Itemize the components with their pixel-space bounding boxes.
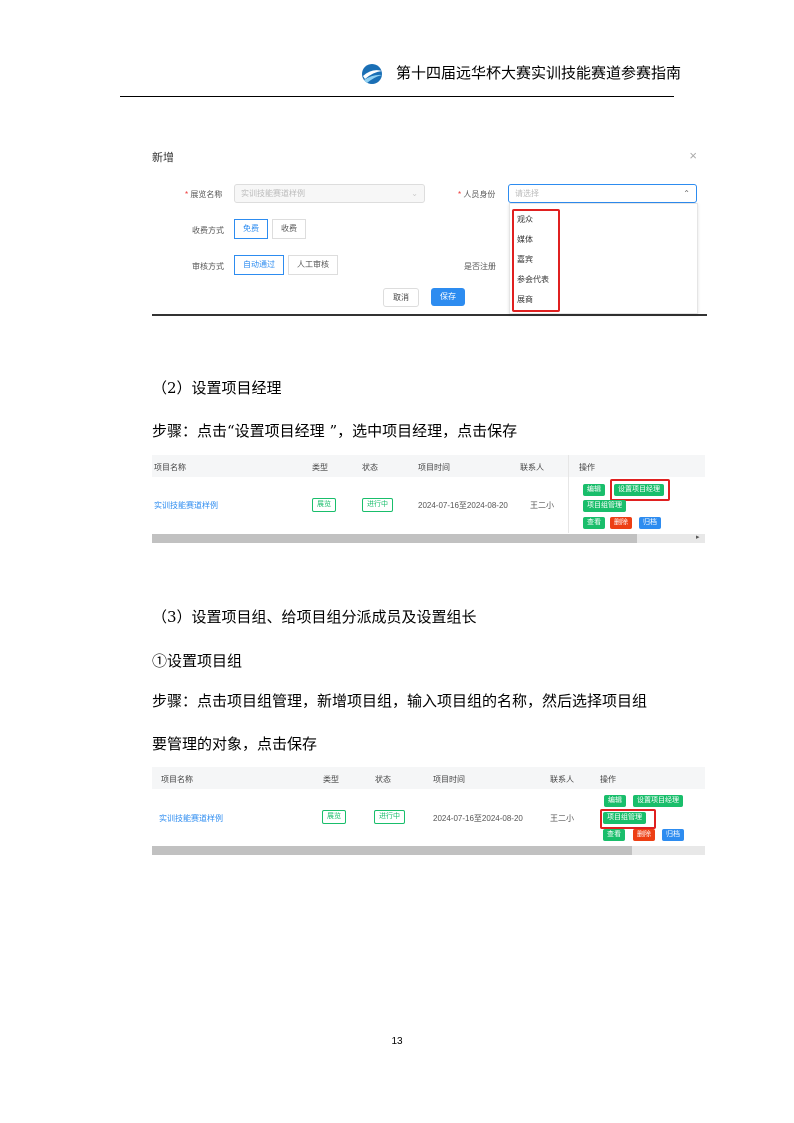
fee-label: 收费方式 — [192, 226, 224, 235]
project-table-1: 项目名称 类型 状态 项目时间 联系人 操作 实训技能赛道样例 展览 进行中 2… — [152, 455, 705, 543]
section2-heading: （2）设置项目经理 — [152, 379, 282, 397]
identity-label: * 人员身份 — [458, 190, 496, 199]
project-name-link[interactable]: 实训技能赛道样例 — [154, 500, 218, 511]
type-tag: 展览 — [322, 810, 346, 824]
dialog-title: 新增 — [152, 152, 174, 164]
section3-steps-2: 要管理的对象，点击保存 — [152, 735, 318, 753]
review-option-auto[interactable]: 自动通过 — [234, 255, 284, 275]
view-button[interactable]: 查看 — [603, 829, 625, 841]
archive-button[interactable]: 归档 — [662, 829, 684, 841]
status-tag: 进行中 — [374, 810, 405, 824]
col-header: 联系人 — [520, 463, 544, 472]
col-header: 项目名称 — [154, 463, 186, 472]
col-header: 项目时间 — [433, 775, 465, 784]
table-header — [152, 767, 705, 789]
type-tag: 展览 — [312, 498, 336, 512]
col-header: 联系人 — [550, 775, 574, 784]
scrollbar-thumb[interactable] — [152, 534, 637, 543]
highlight-box — [512, 209, 560, 312]
section3-heading: （3）设置项目组、给项目组分派成员及设置组长 — [152, 608, 477, 626]
scrollbar-thumb[interactable] — [152, 846, 632, 855]
save-button[interactable]: 保存 — [431, 288, 465, 306]
col-header: 项目名称 — [161, 775, 193, 784]
close-icon[interactable]: × — [689, 148, 697, 163]
add-dialog: 新增 × * 展览名称 实训技能赛道样例 ⌄ * 人员身份 请选择 ⌃ 收费方式… — [152, 141, 707, 317]
highlight-box — [610, 479, 670, 501]
column-divider — [568, 455, 569, 533]
cancel-button[interactable]: 取消 — [383, 288, 419, 307]
contact-name: 王二小 — [550, 814, 574, 823]
col-header: 操作 — [600, 775, 616, 784]
edit-button[interactable]: 编辑 — [583, 484, 605, 496]
contact-name: 王二小 — [530, 501, 554, 510]
project-time: 2024-07-16至2024-08-20 — [418, 501, 508, 510]
exhibition-name-input[interactable]: 实训技能赛道样例 ⌄ — [234, 184, 425, 203]
page-number: 13 — [391, 1036, 403, 1047]
chevron-down-icon: ⌄ — [411, 189, 418, 198]
edit-button[interactable]: 编辑 — [604, 795, 626, 807]
header-title: 第十四届远华杯大赛实训技能赛道参赛指南 — [396, 64, 682, 82]
identity-select[interactable]: 请选择 ⌃ — [508, 184, 697, 203]
exhibition-name-label: * 展览名称 — [185, 190, 223, 199]
header-rule — [120, 96, 674, 97]
fee-option-paid[interactable]: 收费 — [272, 219, 306, 239]
col-header: 状态 — [375, 775, 391, 784]
highlight-box — [600, 809, 656, 829]
review-label: 审核方式 — [192, 262, 224, 271]
group-manage-button[interactable]: 项目组管理 — [583, 500, 626, 512]
archive-button[interactable]: 归档 — [639, 517, 661, 529]
col-header: 状态 — [362, 463, 378, 472]
col-header: 操作 — [579, 463, 595, 472]
delete-button[interactable]: 删除 — [633, 829, 655, 841]
col-header: 类型 — [323, 775, 339, 784]
fee-option-free[interactable]: 免费 — [234, 219, 268, 239]
delete-button[interactable]: 删除 — [610, 517, 632, 529]
col-header: 类型 — [312, 463, 328, 472]
set-manager-button[interactable]: 设置项目经理 — [633, 795, 683, 807]
section2-steps: 步骤：点击“设置项目经理 ”，选中项目经理，点击保存 — [152, 422, 518, 440]
view-button[interactable]: 查看 — [583, 517, 605, 529]
section3-steps-1: 步骤：点击项目组管理，新增项目组，输入项目组的名称，然后选择项目组 — [152, 692, 648, 710]
globe-swoosh-icon — [362, 64, 382, 84]
review-option-manual[interactable]: 人工审核 — [288, 255, 338, 275]
section3-sub: ①设置项目组 — [152, 652, 243, 670]
col-header: 项目时间 — [418, 463, 450, 472]
project-name-link[interactable]: 实训技能赛道样例 — [159, 813, 223, 824]
chevron-up-icon: ⌃ — [683, 189, 690, 198]
scroll-right-icon[interactable]: ▸ — [696, 533, 700, 541]
register-label: 是否注册 — [464, 262, 496, 271]
status-tag: 进行中 — [362, 498, 393, 512]
project-time: 2024-07-16至2024-08-20 — [433, 814, 523, 823]
project-table-2: 项目名称 类型 状态 项目时间 联系人 操作 实训技能赛道样例 展览 进行中 2… — [152, 767, 705, 855]
dialog-bottom-border — [152, 314, 707, 316]
